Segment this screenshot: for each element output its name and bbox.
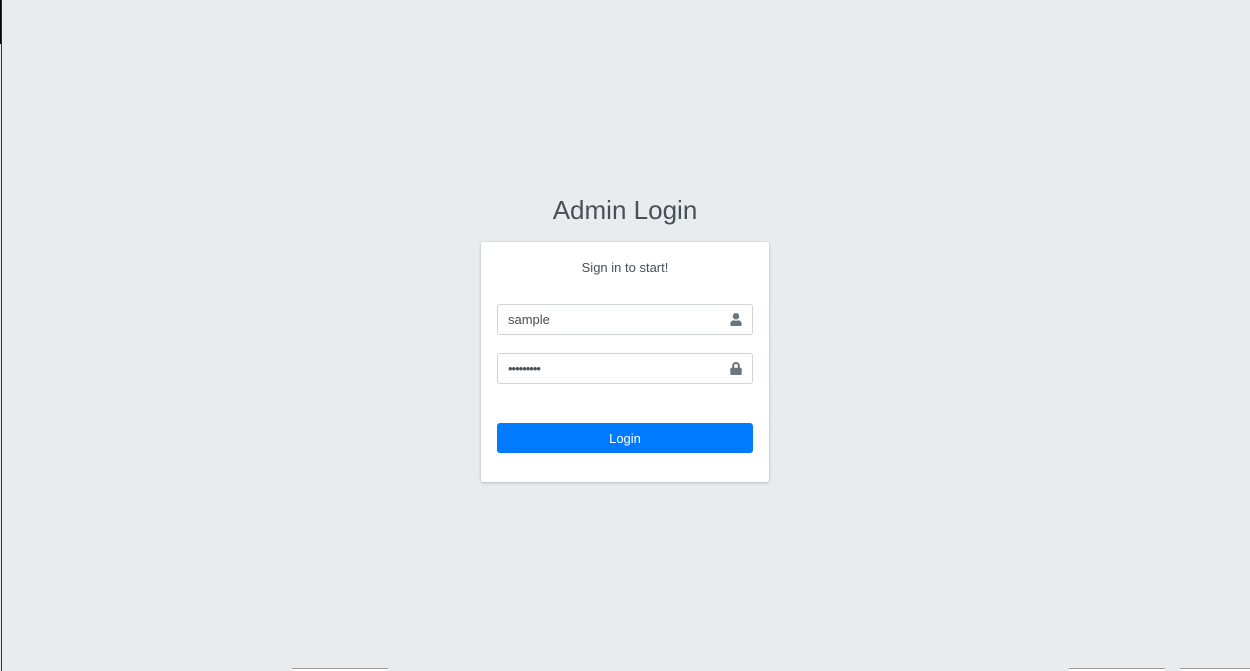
window-frame-corner <box>0 0 1 44</box>
username-input-group <box>497 304 753 335</box>
username-input[interactable] <box>498 305 720 334</box>
logo-bold-text: Admin <box>552 195 627 225</box>
login-card: Sign in to start! Login <box>481 242 769 482</box>
login-box: Admin Login Sign in to start! Login <box>481 193 769 482</box>
password-input[interactable] <box>498 354 720 383</box>
window-frame-edge <box>1 0 2 671</box>
login-logo: Admin Login <box>481 193 769 227</box>
user-icon <box>720 305 752 334</box>
password-input-group <box>497 353 753 384</box>
logo-light-text: Login <box>633 195 698 225</box>
login-button[interactable]: Login <box>497 423 753 453</box>
login-message: Sign in to start! <box>581 260 669 275</box>
lock-icon <box>720 354 752 383</box>
login-form: Login <box>497 304 753 453</box>
